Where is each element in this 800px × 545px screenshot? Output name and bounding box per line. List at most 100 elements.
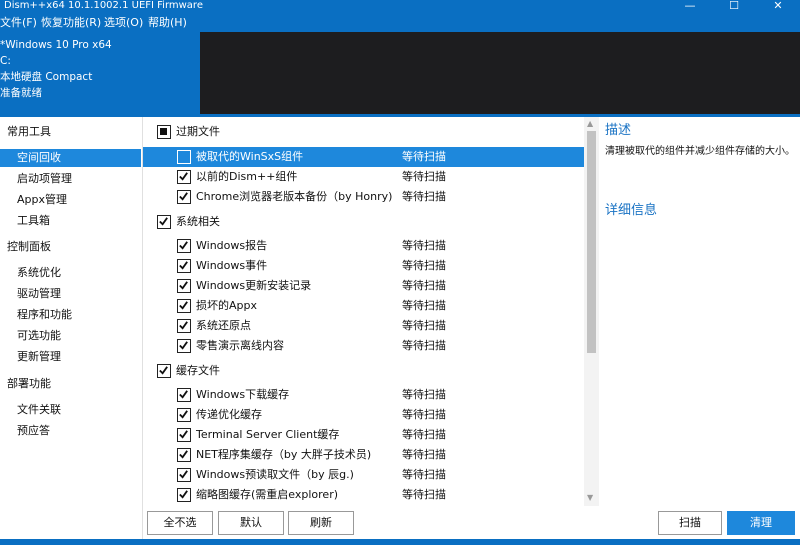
scan-button[interactable]: 扫描 (658, 511, 722, 535)
sidebar-item-answer-file[interactable]: 预应答 (0, 422, 141, 440)
checkbox-checked[interactable] (177, 468, 191, 482)
checkbox-checked[interactable] (177, 388, 191, 402)
sidebar-item-updates[interactable]: 更新管理 (0, 348, 141, 366)
item-label: 损坏的Appx (196, 299, 257, 312)
description-text: 清理被取代的组件并减少组件存储的大小。 (605, 146, 795, 157)
item-label: Windows更新安装记录 (196, 279, 312, 292)
list-item[interactable]: 传递优化缓存 等待扫描 (143, 405, 584, 425)
list-item[interactable]: NET程序集缓存（by 大胖子技术员) 等待扫描 (143, 445, 584, 465)
menu-restore[interactable]: 恢复功能(R) (41, 16, 101, 30)
refresh-button[interactable]: 刷新 (288, 511, 354, 535)
item-status: 等待扫描 (402, 468, 446, 481)
sidebar-item-drivers[interactable]: 驱动管理 (0, 285, 141, 303)
default-button[interactable]: 默认 (218, 511, 284, 535)
sidebar-item-startup[interactable]: 启动项管理 (0, 170, 141, 188)
checkbox-checked[interactable] (177, 190, 191, 204)
item-status: 等待扫描 (402, 319, 446, 332)
sidebar-item-appx[interactable]: Appx管理 (0, 191, 141, 209)
scroll-thumb[interactable] (587, 131, 596, 353)
sidebar-item-file-association[interactable]: 文件关联 (0, 401, 141, 419)
item-status: 等待扫描 (402, 150, 446, 163)
os-name: *Windows 10 Pro x64 (0, 39, 112, 51)
list-item[interactable]: Windows事件 等待扫描 (143, 256, 584, 276)
item-label: 以前的Dism++组件 (196, 170, 298, 183)
item-status: 等待扫描 (402, 428, 446, 441)
menu-file[interactable]: 文件(F) (0, 16, 37, 30)
item-status: 等待扫描 (402, 190, 446, 203)
list-item[interactable]: Terminal Server Client缓存 等待扫描 (143, 425, 584, 445)
item-status: 等待扫描 (402, 388, 446, 401)
group-expired-files[interactable]: 过期文件 (143, 122, 584, 142)
checkbox-checked[interactable] (177, 259, 191, 273)
item-label: Terminal Server Client缓存 (196, 428, 340, 441)
item-status: 等待扫描 (402, 408, 446, 421)
list-item[interactable]: 以前的Dism++组件 等待扫描 (143, 167, 584, 187)
checkbox-checked[interactable] (177, 170, 191, 184)
sidebar-item-programs[interactable]: 程序和功能 (0, 306, 141, 324)
list-scrollbar[interactable]: ▲ ▼ (584, 117, 599, 506)
checkbox-checked[interactable] (177, 339, 191, 353)
list-item[interactable]: 被取代的WinSxS组件 等待扫描 (143, 147, 584, 167)
description-panel: 描述 清理被取代的组件并减少组件存储的大小。 详细信息 (599, 117, 800, 506)
window-title: Dism++x64 10.1.1002.1 UEFI Firmware (4, 0, 203, 11)
list-item[interactable]: 损坏的Appx 等待扫描 (143, 296, 584, 316)
checkbox-checked[interactable] (177, 279, 191, 293)
status-bar (0, 539, 800, 545)
group-cache-files[interactable]: 缓存文件 (143, 361, 584, 381)
item-label: Windows事件 (196, 259, 268, 272)
minimize-button[interactable]: — (668, 0, 712, 14)
checkbox-checked[interactable] (157, 364, 171, 378)
details-title: 详细信息 (605, 203, 658, 218)
maximize-button[interactable]: ☐ (712, 0, 756, 14)
item-label: Windows报告 (196, 239, 268, 252)
sidebar-item-system-optimize[interactable]: 系统优化 (0, 264, 141, 282)
description-title: 描述 (605, 123, 632, 138)
checkbox-checked[interactable] (177, 408, 191, 422)
image-info-panel[interactable]: *Windows 10 Pro x64 C: 本地硬盘 Compact 准备就绪 (0, 32, 200, 114)
checkbox[interactable] (177, 150, 191, 164)
clean-button[interactable]: 清理 (727, 511, 795, 535)
list-item[interactable]: 零售演示离线内容 等待扫描 (143, 336, 584, 356)
sidebar-item-toolbox[interactable]: 工具箱 (0, 212, 141, 230)
list-item[interactable]: 系统还原点 等待扫描 (143, 316, 584, 336)
menu-options[interactable]: 选项(O) (104, 16, 143, 30)
deselect-all-button[interactable]: 全不选 (147, 511, 213, 535)
checkbox-checked[interactable] (177, 239, 191, 253)
sidebar-item-optional-features[interactable]: 可选功能 (0, 327, 141, 345)
drive-letter: C: (0, 55, 11, 67)
item-status: 等待扫描 (402, 339, 446, 352)
checkbox-checked[interactable] (177, 428, 191, 442)
scroll-up-icon[interactable]: ▲ (587, 119, 593, 129)
item-status: 等待扫描 (402, 170, 446, 183)
checkbox-partial[interactable] (157, 125, 171, 139)
checkbox-checked[interactable] (157, 215, 171, 229)
item-status: 等待扫描 (402, 299, 446, 312)
item-status: 等待扫描 (402, 448, 446, 461)
item-status: 等待扫描 (402, 239, 446, 252)
menu-help[interactable]: 帮助(H) (148, 16, 187, 30)
group-system-related[interactable]: 系统相关 (143, 212, 584, 232)
checkbox-checked[interactable] (177, 488, 191, 502)
checkbox-checked[interactable] (177, 448, 191, 462)
item-status: 等待扫描 (402, 488, 446, 501)
image-list-area[interactable] (200, 32, 800, 114)
group-label: 缓存文件 (176, 364, 220, 377)
list-item[interactable]: Windows预读取文件（by 辰g.) 等待扫描 (143, 465, 584, 485)
item-label: 传递优化缓存 (196, 408, 262, 421)
sidebar-item-space-cleanup[interactable]: 空间回收 (0, 149, 141, 167)
close-button[interactable]: ✕ (756, 0, 800, 14)
sidebar-heading-control-panel: 控制面板 (7, 240, 51, 253)
cleanup-list: 过期文件 被取代的WinSxS组件 等待扫描 以前的Dism++组件 等待扫描 … (143, 117, 584, 506)
item-label: 零售演示离线内容 (196, 339, 284, 352)
menu-bar: 文件(F) 恢复功能(R) 选项(O) 帮助(H) (0, 14, 800, 32)
group-label: 过期文件 (176, 125, 220, 138)
list-item[interactable]: Windows更新安装记录 等待扫描 (143, 276, 584, 296)
list-item[interactable]: Windows报告 等待扫描 (143, 236, 584, 256)
title-bar: Dism++x64 10.1.1002.1 UEFI Firmware — ☐ … (0, 0, 800, 14)
list-item[interactable]: Chrome浏览器老版本备份（by Honry) 等待扫描 (143, 187, 584, 207)
list-item[interactable]: 缩略图缓存(需重启explorer) 等待扫描 (143, 485, 584, 505)
scroll-down-icon[interactable]: ▼ (587, 493, 593, 503)
checkbox-checked[interactable] (177, 319, 191, 333)
checkbox-checked[interactable] (177, 299, 191, 313)
list-item[interactable]: Windows下载缓存 等待扫描 (143, 385, 584, 405)
